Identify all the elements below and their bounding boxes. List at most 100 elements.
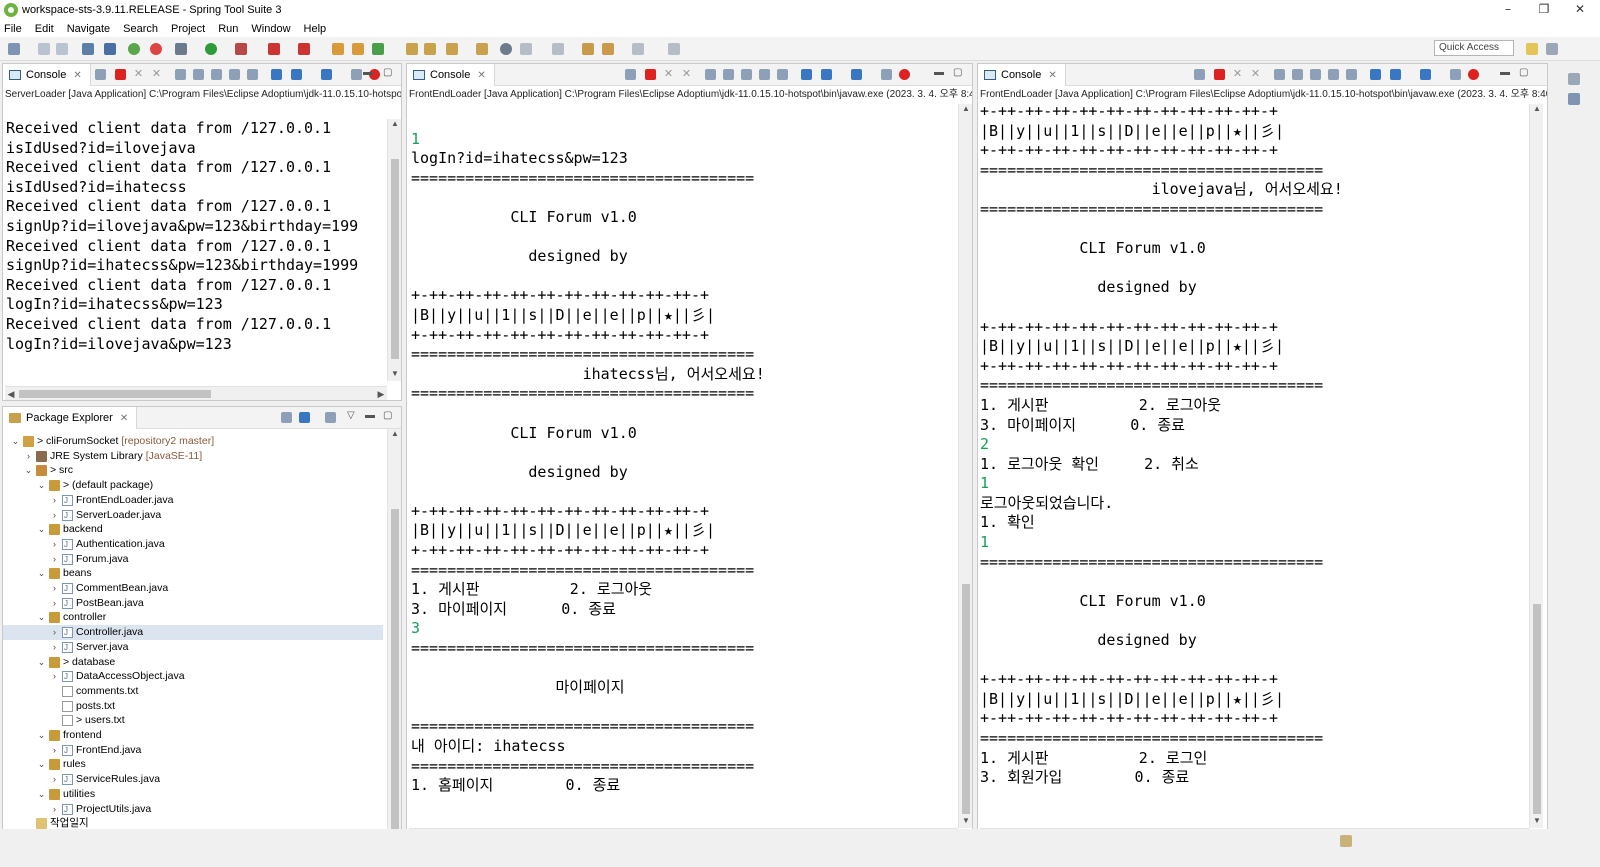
previous-annotation-icon[interactable] bbox=[552, 43, 564, 55]
tree-item[interactable]: › PostBean.java bbox=[3, 596, 383, 611]
collapse-toggle-icon[interactable]: ⌄ bbox=[37, 757, 46, 772]
collapse-toggle-icon[interactable]: ⌄ bbox=[37, 610, 46, 625]
scroll-thumb[interactable] bbox=[962, 584, 970, 814]
search-icon[interactable] bbox=[446, 43, 458, 55]
collapse-toggle-icon[interactable]: ⌄ bbox=[37, 478, 46, 493]
expand-toggle-icon[interactable]: › bbox=[24, 449, 33, 464]
scroll-lock-icon[interactable] bbox=[193, 69, 204, 80]
external-tools-icon[interactable] bbox=[268, 43, 280, 55]
tree-item[interactable]: › Forum.java bbox=[3, 552, 383, 567]
tree-item[interactable]: ⌄ > src bbox=[3, 463, 383, 478]
close-tab-icon[interactable]: ✕ bbox=[120, 413, 128, 424]
expand-toggle-icon[interactable]: › bbox=[50, 802, 59, 817]
menu-help[interactable]: Help bbox=[304, 23, 327, 35]
menu-file[interactable]: File bbox=[4, 23, 22, 35]
scroll-down-icon[interactable]: ▼ bbox=[1530, 816, 1544, 828]
remove-all-launches-icon[interactable]: ✕ bbox=[151, 69, 162, 80]
tree-item[interactable]: › JRE System Library [JavaSE-11] bbox=[3, 449, 383, 464]
expand-toggle-icon[interactable]: › bbox=[50, 625, 59, 640]
maximize-view-icon[interactable]: ▢ bbox=[383, 410, 392, 421]
collapse-all-icon[interactable] bbox=[281, 412, 292, 423]
display-console-icon[interactable] bbox=[271, 69, 282, 80]
terminal-icon[interactable] bbox=[82, 43, 94, 55]
new-console-icon[interactable] bbox=[851, 69, 862, 80]
menu-project[interactable]: Project bbox=[171, 23, 205, 35]
debug-console-icon[interactable] bbox=[1450, 69, 1461, 80]
tree-item[interactable]: › CommentBean.java bbox=[3, 581, 383, 596]
scroll-thumb[interactable] bbox=[391, 509, 399, 829]
tab-package-explorer[interactable]: Package Explorer ✕ bbox=[3, 407, 138, 429]
expand-toggle-icon[interactable]: › bbox=[50, 640, 59, 655]
tree-item[interactable]: posts.txt bbox=[3, 699, 383, 714]
show-stdout-icon[interactable] bbox=[229, 69, 240, 80]
run-icon[interactable] bbox=[205, 43, 217, 55]
scroll-down-icon[interactable]: ▼ bbox=[388, 369, 401, 381]
show-stderr-icon[interactable] bbox=[247, 69, 258, 80]
word-wrap-icon[interactable] bbox=[741, 69, 752, 80]
open-task-icon[interactable] bbox=[424, 43, 436, 55]
close-tab-icon[interactable]: ✕ bbox=[477, 70, 485, 81]
browser-icon[interactable] bbox=[500, 43, 512, 55]
console-output[interactable]: Received client data from /127.0.0.1 isId… bbox=[6, 119, 386, 382]
maximize-view-icon[interactable]: ▢ bbox=[1519, 67, 1528, 78]
tree-item[interactable]: › Server.java bbox=[3, 640, 383, 655]
vertical-scrollbar[interactable]: ▲ ▼ bbox=[958, 104, 972, 828]
collapse-toggle-icon[interactable]: ⌄ bbox=[37, 728, 46, 743]
tree-item[interactable]: ⌄ frontend bbox=[3, 728, 383, 743]
expand-toggle-icon[interactable]: › bbox=[50, 508, 59, 523]
tree-item[interactable]: › Authentication.java bbox=[3, 537, 383, 552]
scroll-right-icon[interactable]: ▶ bbox=[375, 387, 387, 400]
scroll-lock-icon[interactable] bbox=[1292, 69, 1303, 80]
view-menu-icon[interactable]: ▽ bbox=[347, 410, 355, 421]
save-all-icon[interactable] bbox=[56, 43, 68, 55]
tree-item[interactable]: › ProjectUtils.java bbox=[3, 802, 383, 817]
maximize-button[interactable]: ❐ bbox=[1526, 0, 1562, 20]
collapse-toggle-icon[interactable]: ⌄ bbox=[24, 463, 33, 478]
clear-console-icon[interactable] bbox=[705, 69, 716, 80]
spring-boot-icon[interactable] bbox=[128, 43, 140, 55]
new-console-icon[interactable] bbox=[321, 69, 332, 80]
tree-item[interactable]: › DataAccessObject.java bbox=[3, 669, 383, 684]
menu-run[interactable]: Run bbox=[218, 23, 238, 35]
collapse-toggle-icon[interactable]: ⌄ bbox=[11, 434, 20, 449]
remove-launch-icon[interactable]: ✕ bbox=[133, 69, 144, 80]
sts-console-icon[interactable] bbox=[899, 69, 910, 80]
open-type-icon[interactable] bbox=[406, 43, 418, 55]
close-button[interactable]: ✕ bbox=[1562, 0, 1598, 20]
quick-access-field[interactable]: Quick Access bbox=[1434, 40, 1514, 56]
scroll-up-icon[interactable]: ▲ bbox=[388, 119, 401, 131]
minimize-view-icon[interactable]: ▬ bbox=[365, 410, 375, 421]
tree-item[interactable]: › FrontEnd.java bbox=[3, 743, 383, 758]
tab-console-right[interactable]: Console ✕ bbox=[978, 64, 1066, 86]
collapse-toggle-icon[interactable]: ⌄ bbox=[37, 787, 46, 802]
terminate-icon[interactable] bbox=[115, 69, 126, 80]
restore-view-icon[interactable] bbox=[1568, 73, 1580, 85]
collapse-toggle-icon[interactable]: ⌄ bbox=[37, 566, 46, 581]
tab-console-middle[interactable]: Console ✕ bbox=[407, 64, 495, 86]
last-edit-icon[interactable] bbox=[582, 43, 594, 55]
vertical-scrollbar[interactable]: ▲ ▼ bbox=[387, 119, 401, 381]
pin-console-icon[interactable] bbox=[1194, 69, 1205, 80]
vertical-scrollbar[interactable]: ▲ ▼ bbox=[387, 429, 401, 844]
scroll-lock-icon[interactable] bbox=[723, 69, 734, 80]
expand-toggle-icon[interactable]: › bbox=[50, 552, 59, 567]
minimize-view-icon[interactable]: ▬ bbox=[934, 67, 944, 78]
console-output[interactable]: 1 logIn?id=ihatecss&pw=123 ===============… bbox=[411, 110, 956, 821]
tree-item[interactable]: ⌄ rules bbox=[3, 757, 383, 772]
remove-all-launches-icon[interactable]: ✕ bbox=[1250, 69, 1261, 80]
tree-item[interactable]: › FrontEndLoader.java bbox=[3, 493, 383, 508]
expand-toggle-icon[interactable]: › bbox=[50, 669, 59, 684]
tree-item[interactable]: › Controller.java bbox=[3, 625, 383, 641]
menu-window[interactable]: Window bbox=[251, 23, 290, 35]
console-output[interactable]: +-++-++-++-++-++-++-++-++-++-++-+ |B||y||… bbox=[980, 102, 1525, 821]
java-perspective-icon[interactable] bbox=[1526, 43, 1538, 55]
forward-icon[interactable] bbox=[632, 43, 644, 55]
pin-console-icon[interactable] bbox=[95, 69, 106, 80]
close-tab-icon[interactable]: ✕ bbox=[1048, 70, 1056, 81]
debug-console-icon[interactable] bbox=[881, 69, 892, 80]
debug-console-icon[interactable] bbox=[351, 69, 362, 80]
remove-all-launches-icon[interactable]: ✕ bbox=[681, 69, 692, 80]
scroll-up-icon[interactable]: ▲ bbox=[959, 104, 972, 116]
clear-console-icon[interactable] bbox=[175, 69, 186, 80]
remove-launch-icon[interactable]: ✕ bbox=[663, 69, 674, 80]
